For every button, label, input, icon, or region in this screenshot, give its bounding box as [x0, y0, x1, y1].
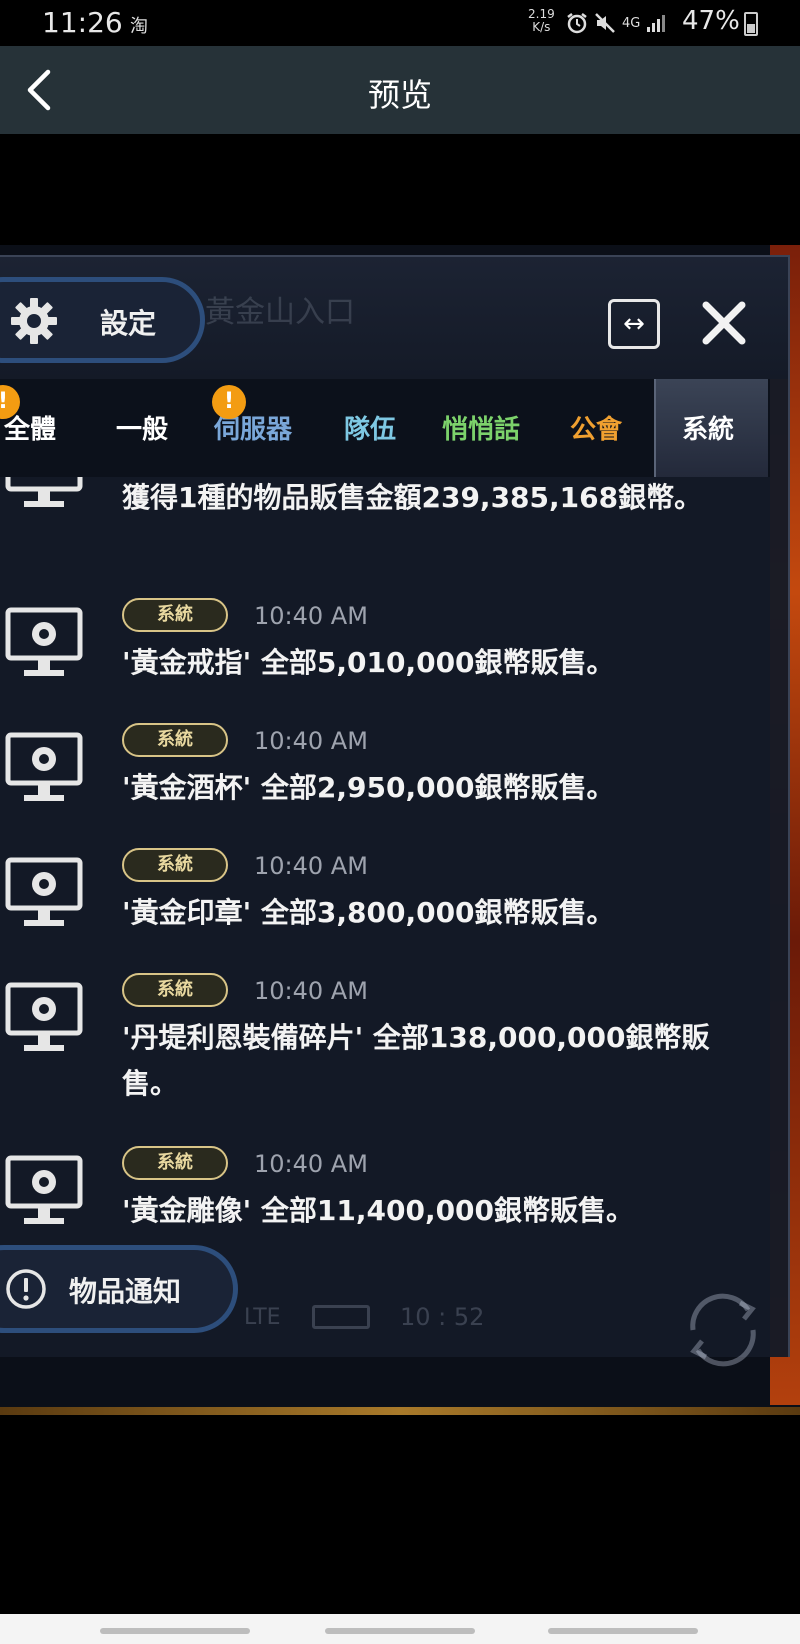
message-text: '黃金印章' 全部3,800,000銀幣販售。	[122, 896, 615, 929]
message-time: 10:40 AM	[254, 727, 368, 755]
chat-messages: 獲得1種的物品販售金額239,385,168銀幣。 系統 10:40 AM '黃…	[0, 477, 770, 1357]
background-clock-text: 10 : 52	[400, 1303, 485, 1331]
background-network-text: LTE	[244, 1305, 281, 1330]
expand-arrows-icon: ↔	[623, 309, 645, 339]
nav-recent-button[interactable]	[100, 1628, 250, 1634]
message-time: 10:40 AM	[254, 1150, 368, 1178]
expand-button[interactable]: ↔	[608, 299, 660, 349]
message-text: 獲得1種的物品販售金額239,385,168銀幣。	[122, 481, 703, 514]
taobao-notification-icon: 淘	[130, 16, 148, 37]
auto-refresh-icon[interactable]	[678, 1285, 768, 1375]
status-bar: 11:26 淘 2.19 K/s 4G 47%	[0, 0, 800, 46]
message-time: 10:40 AM	[254, 977, 368, 1005]
message-text: '黃金雕像' 全部11,400,000銀幣販售。	[122, 1194, 635, 1227]
page-title: 预览	[367, 76, 432, 114]
tab-general[interactable]: 一般	[116, 409, 168, 446]
title-bar: 预览	[0, 46, 800, 134]
settings-button[interactable]: 設定	[0, 277, 205, 363]
chat-panel: 黃金山入口 設定 ↔ 全體 一般 伺服器 隊伍 悄悄話 公會 系統 ! 獲得1種…	[0, 255, 790, 1357]
item-notification-label: 物品通知	[69, 1275, 182, 1308]
battery-icon	[744, 12, 758, 36]
bottom-navigation-bar	[0, 1614, 800, 1644]
nav-home-button[interactable]	[325, 1628, 475, 1634]
signal-icon	[647, 15, 666, 32]
system-tag-badge: 系統	[122, 848, 228, 882]
game-gold-border	[0, 1407, 800, 1415]
system-monitor-icon	[5, 477, 83, 507]
status-time: 11:26	[42, 6, 123, 39]
message-text: '黃金酒杯' 全部2,950,000銀幣販售。	[122, 771, 615, 804]
battery-percent: 47%	[682, 6, 740, 36]
tab-server-alert-badge: !	[212, 385, 246, 419]
mute-icon	[595, 13, 615, 33]
exclamation-circle-icon	[6, 1269, 46, 1309]
chat-panel-header: 黃金山入口 設定 ↔	[0, 257, 788, 379]
message-text: '丹堤利恩裝備碎片' 全部138,000,000銀幣販售。	[122, 1021, 710, 1100]
tab-system[interactable]: 系統	[682, 409, 734, 446]
background-location-text: 黃金山入口	[205, 295, 355, 330]
system-monitor-icon	[5, 732, 83, 801]
system-tag-badge: 系統	[122, 973, 228, 1007]
system-monitor-icon	[5, 1155, 83, 1224]
game-screenshot: 黃金山入口 設定 ↔ 全體 一般 伺服器 隊伍 悄悄話 公會 系統 ! 獲得1種…	[0, 245, 800, 1415]
system-tag-badge: 系統	[122, 598, 228, 632]
gear-icon	[11, 298, 57, 344]
nav-back-button[interactable]	[548, 1628, 698, 1634]
background-battery-icon	[312, 1305, 370, 1329]
alarm-icon	[567, 13, 587, 34]
system-tag-badge: 系統	[122, 723, 228, 757]
system-monitor-icon	[5, 857, 83, 926]
tab-whisper[interactable]: 悄悄話	[442, 409, 520, 446]
message-time: 10:40 AM	[254, 602, 368, 630]
item-notification-button[interactable]: 物品通知	[0, 1245, 238, 1333]
system-monitor-icon	[5, 982, 83, 1051]
tab-party[interactable]: 隊伍	[344, 409, 396, 446]
chat-tabs: 全體 一般 伺服器 隊伍 悄悄話 公會 系統 ! !	[0, 379, 770, 477]
settings-label: 設定	[100, 307, 157, 340]
network-type: 4G	[622, 15, 641, 31]
tab-guild[interactable]: 公會	[570, 409, 622, 446]
net-speed: 2.19 K/s	[528, 8, 555, 34]
message-text: '黃金戒指' 全部5,010,000銀幣販售。	[122, 646, 615, 679]
status-icons: 4G	[566, 8, 666, 38]
system-tag-badge: 系統	[122, 1146, 228, 1180]
net-speed-unit: K/s	[532, 20, 551, 34]
close-icon[interactable]	[696, 295, 752, 351]
system-monitor-icon	[5, 607, 83, 676]
message-time: 10:40 AM	[254, 852, 368, 880]
